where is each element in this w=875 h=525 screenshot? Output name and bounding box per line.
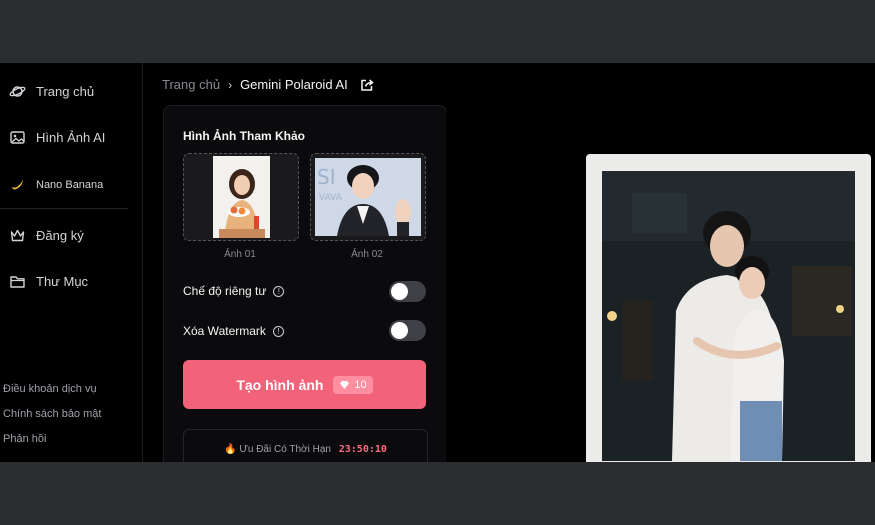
polaroid-result-image[interactable] — [586, 154, 871, 462]
couple-photo — [602, 171, 855, 461]
result-clip — [0, 63, 875, 462]
polaroid-photo — [602, 171, 855, 461]
bottom-chrome-bar — [0, 462, 875, 525]
top-chrome-bar — [0, 0, 875, 63]
